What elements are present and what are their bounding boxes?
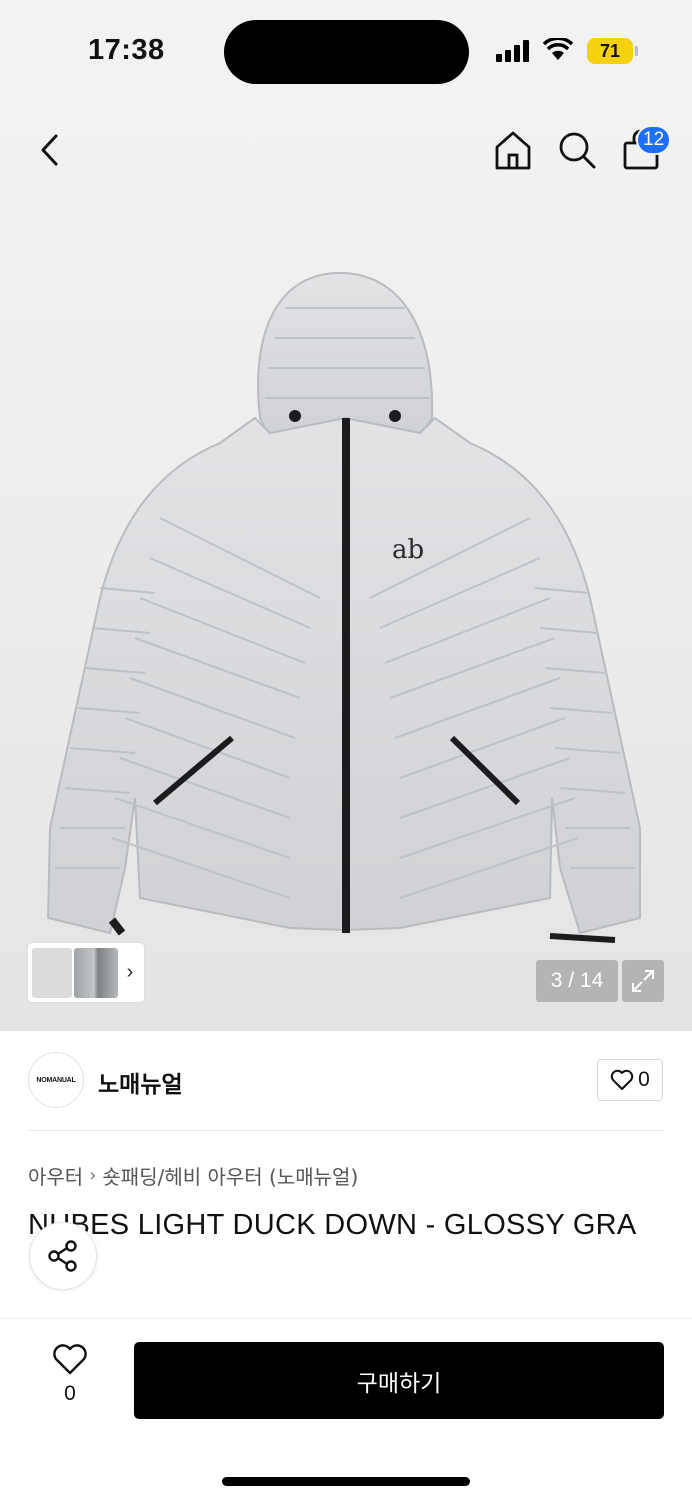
svg-text:ab: ab (392, 535, 424, 565)
brand-like-button[interactable]: 0 (597, 1059, 663, 1101)
wishlist-button[interactable]: 0 (40, 1344, 100, 1414)
home-indicator[interactable] (222, 1477, 470, 1486)
wifi-icon (543, 38, 573, 60)
home-icon (495, 131, 531, 170)
signal-icon (496, 40, 529, 62)
breadcrumb-category[interactable]: 아우터 (28, 1161, 83, 1190)
share-icon (48, 1240, 77, 1272)
product-image-gallery[interactable]: ab 17:38 71 12 › 3 / 14 (0, 0, 692, 1031)
chevron-right-icon: › (89, 1165, 97, 1186)
breadcrumb: 아우터 › 숏패딩/헤비 아우터 (노매뉴얼) (28, 1161, 358, 1190)
battery-indicator: 71 (587, 38, 633, 64)
brand-name[interactable]: 노매뉴얼 (98, 1065, 183, 1099)
battery-tip (635, 46, 638, 56)
breadcrumb-subcategory[interactable]: 숏패딩/헤비 아우터 (노매뉴얼) (102, 1161, 358, 1190)
chevron-right-icon[interactable]: › (120, 961, 140, 984)
brand-logo[interactable]: NOMANUAL (28, 1052, 84, 1108)
thumbnail-image[interactable] (32, 947, 72, 998)
image-counter: 3 / 14 (536, 960, 618, 1002)
expand-button[interactable] (622, 960, 664, 1002)
home-button[interactable] (490, 126, 536, 174)
dynamic-island (224, 20, 469, 84)
share-button[interactable] (29, 1222, 97, 1290)
status-time: 17:38 (88, 34, 165, 66)
thumbnail-image[interactable] (74, 947, 118, 998)
heart-icon (53, 1344, 87, 1375)
buy-button[interactable]: 구매하기 (134, 1342, 664, 1419)
wishlist-count: 0 (64, 1382, 76, 1405)
cart-count-badge: 12 (636, 125, 672, 155)
search-button[interactable] (554, 126, 600, 174)
search-icon (559, 132, 596, 169)
brand-like-count: 0 (638, 1068, 650, 1091)
expand-icon (632, 970, 654, 992)
heart-icon (610, 1069, 634, 1090)
product-image: ab (46, 271, 641, 943)
thumbnail-strip[interactable]: › (28, 943, 144, 1002)
back-button[interactable] (30, 128, 70, 172)
product-title: NUBES LIGHT DUCK DOWN - GLOSSY GRA (28, 1209, 637, 1241)
chevron-left-icon (41, 134, 58, 166)
status-bar: 17:38 71 (0, 0, 692, 104)
divider (28, 1130, 664, 1131)
